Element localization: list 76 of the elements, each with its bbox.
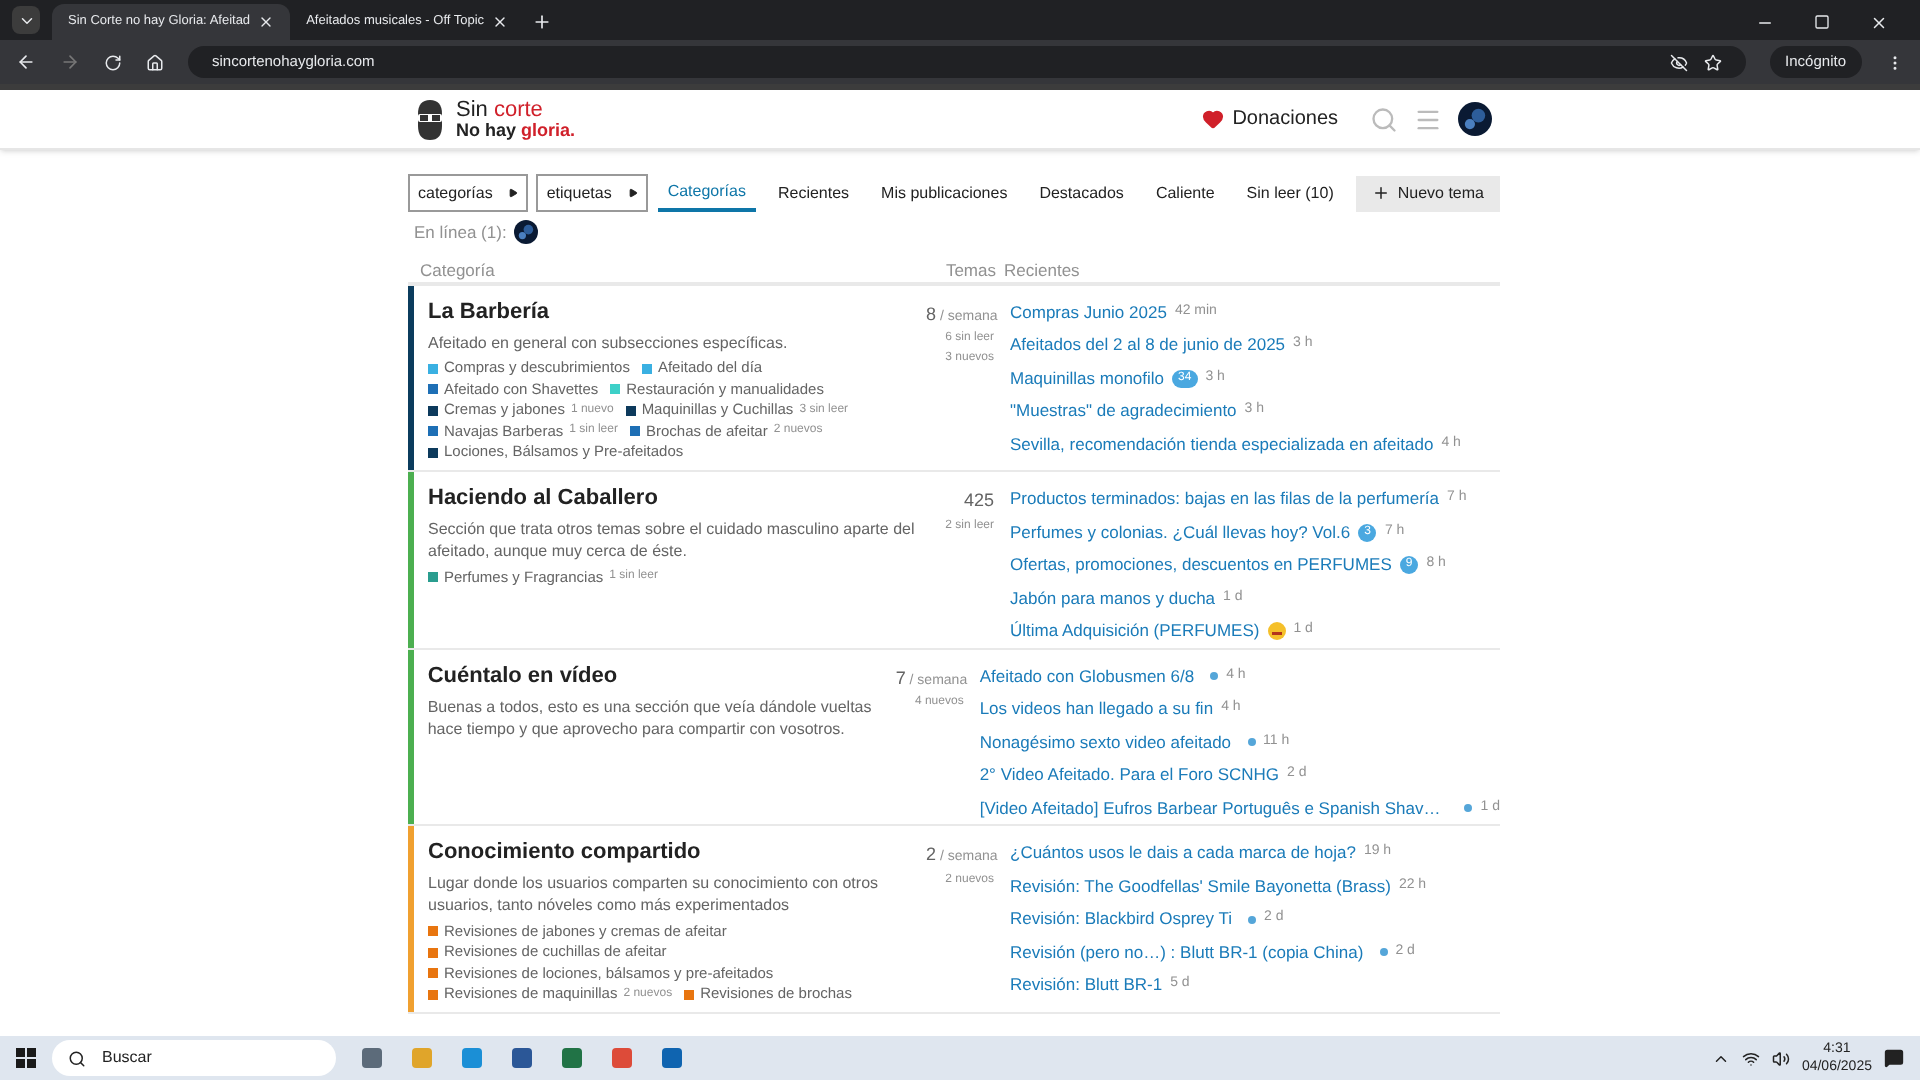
logo-tagline: No hay gloria.	[456, 119, 576, 139]
online-label: En línea (1):	[414, 220, 507, 246]
notifications-icon[interactable]	[1884, 1048, 1904, 1068]
category-description: Afeitado en general con subsecciones específicas.	[428, 331, 790, 354]
column-header: Temas	[943, 257, 996, 282]
topic-link[interactable]: Perfumes y colonias. ¿Cuál llevas hoy? Vol.6	[1010, 519, 1351, 545]
app-icon[interactable]	[610, 1046, 634, 1070]
search-icon	[68, 1049, 86, 1067]
new-tab-icon[interactable]	[532, 12, 553, 32]
nav-tab[interactable]: Destacados	[1029, 174, 1134, 212]
topic-link[interactable]: Revisión: The Goodfellas' Smile Bayonetta (Brass)	[1010, 873, 1391, 899]
network-icon[interactable]	[1741, 1049, 1760, 1067]
topic-link[interactable]: Revisión: Blutt BR-1	[1010, 972, 1163, 998]
logo-icon[interactable]	[412, 97, 448, 141]
filter-dropdown[interactable]: categorías	[408, 174, 529, 212]
maximize-icon[interactable]	[1814, 14, 1830, 30]
filter-dropdown[interactable]: etiquetas	[536, 174, 648, 212]
app-icon[interactable]	[460, 1046, 484, 1070]
category-description: Lugar donde los usuarios comparten su conocimiento con otros usuarios, tanto nóveles como más experimentados	[428, 872, 881, 917]
nav-tab[interactable]: Mis publicaciones	[871, 174, 1018, 212]
new-topic-button[interactable]: Nuevo tema	[1355, 175, 1500, 211]
caret-icon	[627, 188, 638, 198]
topic-link[interactable]: 2° Video Afeitado. Para el Foro SCNHG	[979, 762, 1280, 788]
nav-tab[interactable]: Categorías	[657, 174, 756, 212]
caret-icon	[508, 188, 519, 198]
category-description: Sección que trata otros temas sobre el cuidado masculino aparte del afeitado, aunque muy cerca de éste.	[428, 518, 917, 563]
avatar-icon[interactable]	[514, 220, 539, 245]
star-icon[interactable]	[1703, 53, 1722, 71]
topic-link[interactable]: Productos terminados: bajas en las filas de la perfumería	[1010, 486, 1440, 512]
topic-link[interactable]: Revisión (pero no…) : Blutt BR-1 (copia China)	[1010, 939, 1364, 965]
tab-list-button[interactable]	[12, 6, 40, 34]
app-icon[interactable]	[360, 1046, 384, 1070]
logo-text: Sin corte	[456, 99, 545, 119]
nav-tab[interactable]: Caliente	[1145, 174, 1225, 212]
topic-link[interactable]: Compras Junio 2025	[1010, 299, 1167, 325]
heart-icon	[1202, 108, 1225, 130]
app-icon[interactable]	[560, 1046, 584, 1070]
volume-icon[interactable]	[1771, 1049, 1790, 1067]
topic-link[interactable]: Nonagésimo sexto video afeitado	[979, 729, 1232, 755]
topic-link[interactable]: Revisión: Blackbird Osprey Ti	[1010, 906, 1233, 932]
topic-link[interactable]: Sevilla, recomendación tienda especializada en afeitado	[1010, 431, 1434, 457]
topic-link[interactable]: Afeitados del 2 al 8 de junio de 2025	[1010, 332, 1286, 358]
reload-icon[interactable]	[104, 53, 122, 71]
topic-link[interactable]: "Muestras" de agradecimiento	[1010, 398, 1237, 424]
avatar-icon[interactable]	[1458, 102, 1492, 136]
nav-tab[interactable]: Sin leer (10)	[1236, 174, 1344, 212]
home-icon[interactable]	[146, 53, 164, 71]
close-icon[interactable]	[258, 14, 275, 30]
topic-link[interactable]: ¿Cuántos usos le dais a cada marca de hoja?	[1010, 840, 1356, 866]
topic-link[interactable]: Jabón para manos y ducha	[1010, 585, 1216, 611]
app-icon[interactable]	[510, 1046, 534, 1070]
topic-link[interactable]: Maquinillas monofilo	[1010, 365, 1165, 391]
taskbar-search[interactable]: Buscar	[52, 1040, 336, 1076]
eye-off-icon[interactable]	[1669, 53, 1688, 71]
topic-link[interactable]: [Video Afeitado] Eufros Barbear Português e Spanish Shav…	[979, 795, 1441, 821]
close-icon[interactable]	[1870, 14, 1888, 32]
windows-logo-icon[interactable]	[16, 1048, 36, 1068]
topic-link[interactable]: Ofertas, promociones, descuentos en PERFUMES	[1010, 552, 1392, 578]
forward-icon[interactable]	[60, 52, 80, 72]
topic-count: 425	[961, 488, 994, 515]
category-title[interactable]: La Barbería	[428, 299, 926, 326]
category-description: Buenas a todos, esto es una sección que veía dándole vueltas hace tiempo y que aprovecho para compartir con vosotros.	[427, 695, 874, 740]
topic-link[interactable]: Afeitado con Globusmen 6/8	[979, 663, 1195, 689]
category-title[interactable]: Cuéntalo en vídeo	[427, 663, 896, 690]
category-title[interactable]: Haciendo al Caballero	[428, 486, 926, 513]
donate-link[interactable]: Donaciones	[1202, 104, 1338, 134]
app-icon[interactable]	[660, 1046, 684, 1070]
back-icon[interactable]	[16, 52, 36, 72]
close-icon[interactable]	[492, 14, 509, 30]
column-header: Recientes	[1002, 257, 1080, 282]
nav-tab[interactable]: Recientes	[767, 174, 860, 212]
topic-link[interactable]: Los videos han llegado a su fin	[979, 696, 1214, 722]
column-header: Categoría	[418, 257, 497, 282]
category-title[interactable]: Conocimiento compartido	[428, 840, 926, 867]
plus-icon	[1371, 184, 1390, 202]
topic-link[interactable]: Última Adquisición (PERFUMES)	[1010, 618, 1260, 644]
